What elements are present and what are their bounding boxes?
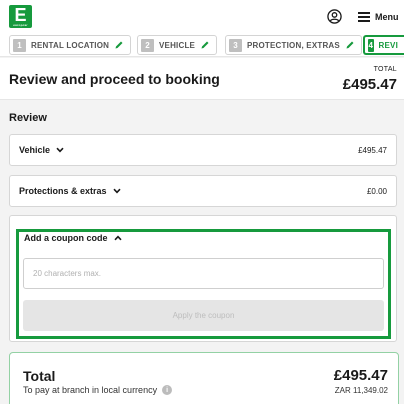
apply-coupon-button[interactable]: Apply the coupon xyxy=(23,300,384,331)
account-icon[interactable] xyxy=(327,9,342,24)
top-bar: E europcar Menu xyxy=(0,0,404,33)
step-label: RENTAL LOCATION xyxy=(31,40,110,50)
step-label: VEHICLE xyxy=(159,40,196,50)
step-vehicle[interactable]: 2 VEHICLE xyxy=(137,35,218,55)
step-number: 3 xyxy=(229,38,242,52)
europcar-logo[interactable]: E europcar xyxy=(9,5,32,28)
protections-label: Protections & extras xyxy=(19,186,107,196)
total-local-amount: ZAR 11,349.02 xyxy=(334,386,388,395)
total-label: Total xyxy=(23,368,56,384)
coupon-title: Add a coupon code xyxy=(24,233,108,243)
pencil-icon xyxy=(201,41,209,49)
vehicle-amount: £495.47 xyxy=(358,146,387,155)
total-amount: £495.47 xyxy=(333,367,388,384)
page-title: Review and proceed to booking xyxy=(9,71,220,87)
step-label: REVI xyxy=(378,40,398,50)
review-header: Review and proceed to booking TOTAL £495… xyxy=(0,58,404,100)
vehicle-label: Vehicle xyxy=(19,145,51,155)
review-section-title: Review xyxy=(9,112,47,124)
pencil-icon xyxy=(346,41,354,49)
hamburger-menu-icon xyxy=(358,12,370,22)
header-total-amount: £495.47 xyxy=(342,76,397,93)
step-protection-extras[interactable]: 3 PROTECTION, EXTRAS xyxy=(225,35,362,55)
step-number: 2 xyxy=(141,38,154,52)
coupon-toggle[interactable]: Add a coupon code xyxy=(24,233,122,243)
total-summary: Total To pay at branch in local currency… xyxy=(9,352,399,404)
step-number: 4 xyxy=(368,38,374,52)
chevron-up-icon xyxy=(113,235,122,241)
protections-accordion-header: Protections & extras xyxy=(19,186,121,196)
step-rental-location[interactable]: 1 RENTAL LOCATION xyxy=(9,35,132,55)
menu-label: Menu xyxy=(375,12,399,22)
vehicle-accordion-header: Vehicle xyxy=(19,145,64,155)
coupon-input[interactable] xyxy=(23,258,384,289)
logo-wordmark: europcar xyxy=(13,23,28,27)
info-icon[interactable]: i xyxy=(162,385,173,395)
protections-amount: £0.00 xyxy=(366,187,387,196)
menu-button[interactable]: Menu xyxy=(358,9,399,25)
protections-accordion[interactable]: Protections & extras £0.00 xyxy=(9,175,397,207)
chevron-down-icon xyxy=(112,188,121,194)
step-label: PROTECTION, EXTRAS xyxy=(247,40,340,50)
step-number: 1 xyxy=(13,38,26,52)
step-review[interactable]: 4 REVI xyxy=(363,35,404,55)
total-note: To pay at branch in local currency xyxy=(23,385,158,395)
chevron-down-icon xyxy=(56,147,64,153)
pencil-icon xyxy=(115,41,123,49)
header-total-label: TOTAL xyxy=(373,66,397,73)
vehicle-accordion[interactable]: Vehicle £495.47 xyxy=(9,134,397,166)
booking-steps: 1 RENTAL LOCATION 2 VEHICLE 3 PROTECTION… xyxy=(0,33,404,57)
logo-letter: E xyxy=(14,5,27,25)
total-note-row: To pay at branch in local currency i xyxy=(23,385,173,395)
